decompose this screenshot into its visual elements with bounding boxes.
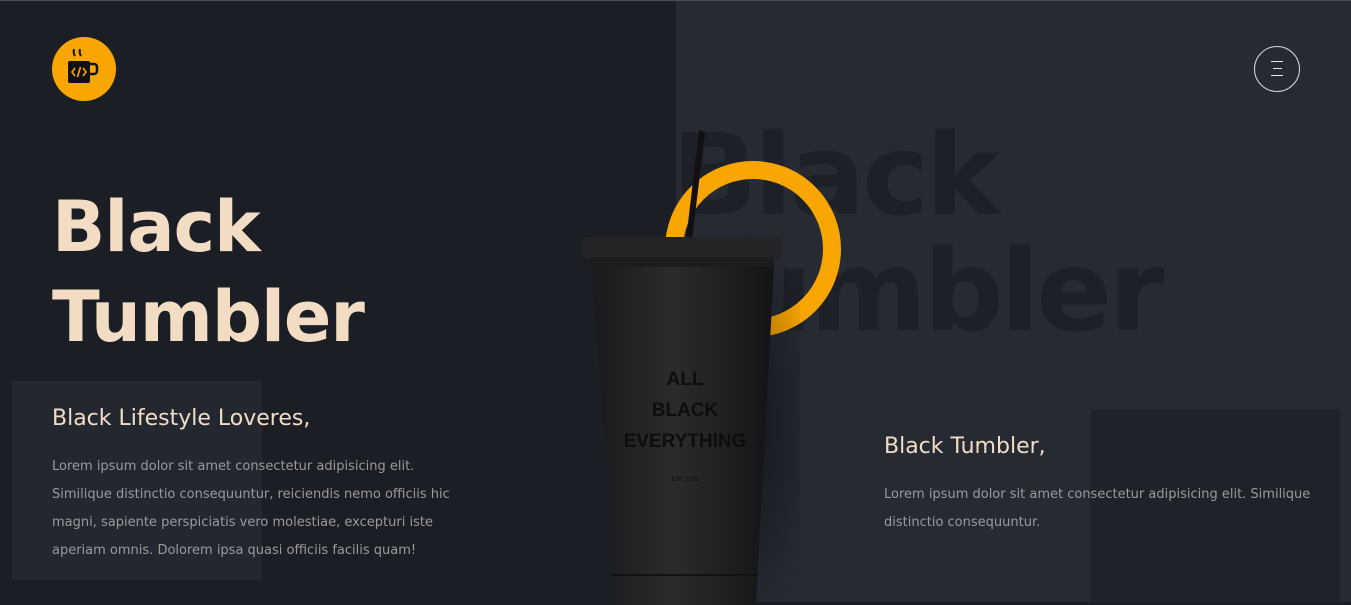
print-line1: ALL: [667, 369, 704, 390]
hero-title-line1: Black: [52, 186, 261, 268]
tumbler-lid: [582, 237, 782, 259]
print-line2: BLACK: [652, 400, 719, 421]
tumbler-product-image: ALL BLACK EVERYTHING EST 2019: [582, 130, 800, 605]
hero-title-line2: Tumbler: [52, 276, 365, 358]
print-small: EST 2019: [672, 477, 699, 483]
left-section-text: Lorem ipsum dolor sit amet consectetur a…: [52, 459, 450, 558]
right-section-heading: Black Tumbler,: [884, 434, 1046, 459]
tumbler-lid-rim: [590, 257, 774, 267]
hero-title: Black Tumbler: [52, 182, 365, 362]
right-section-text: Lorem ipsum dolor sit amet consectetur a…: [884, 487, 1311, 530]
coffee-code-icon: [68, 48, 99, 83]
menu-button[interactable]: [1254, 46, 1300, 92]
left-section-heading: Black Lifestyle Loveres,: [52, 406, 311, 431]
logo[interactable]: [52, 37, 116, 101]
print-line3: EVERYTHING: [624, 431, 747, 452]
